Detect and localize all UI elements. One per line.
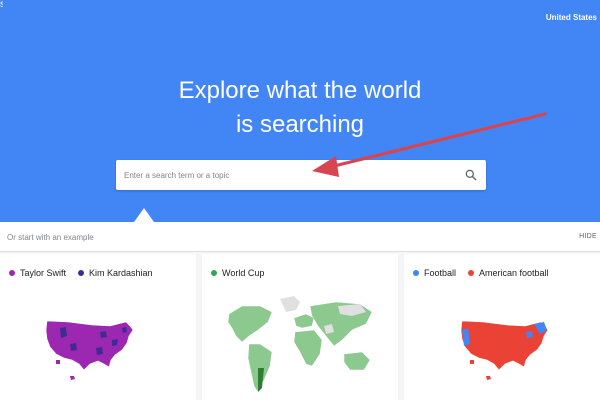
example-card-2[interactable]: World Cup	[202, 254, 398, 400]
hide-button[interactable]: HIDE	[579, 233, 597, 240]
legend-label: American football	[479, 268, 549, 278]
legend-dot	[9, 270, 15, 276]
world-map	[227, 296, 373, 393]
legend-dot	[413, 270, 419, 276]
page-title-line-1: Explore what the world	[178, 77, 422, 104]
legend-dot	[211, 270, 217, 276]
page-title-line-2: is searching	[235, 111, 365, 138]
legend-item: World Cup	[211, 268, 264, 278]
examples-pointer	[134, 208, 154, 222]
legend-item: Football	[413, 268, 456, 278]
legend-item: Kim Kardashian	[78, 268, 153, 278]
example-card-3[interactable]: Football American football	[404, 254, 600, 400]
country-selector[interactable]: United States	[546, 13, 597, 22]
us-map	[45, 320, 134, 380]
header-edge-text: s	[0, 0, 3, 10]
legend-label: World Cup	[222, 268, 265, 278]
examples-bar: Or start with an example HIDE	[0, 222, 600, 252]
examples-label: Or start with an example	[7, 233, 94, 242]
card-legend: Taylor Swift Kim Kardashian	[9, 268, 165, 278]
search-box	[116, 160, 486, 190]
us-map	[460, 320, 549, 380]
legend-item: Taylor Swift	[9, 268, 66, 278]
hero-banner: s United States Explore what the world i…	[0, 0, 600, 222]
legend-label: Taylor Swift	[20, 268, 67, 278]
legend-label: Kim Kardashian	[89, 268, 153, 278]
search-icon[interactable]	[464, 168, 478, 182]
legend-item: American football	[468, 268, 549, 278]
card-legend: Football American football	[413, 268, 561, 278]
card-legend: World Cup	[211, 268, 276, 278]
legend-label: Football	[424, 268, 457, 278]
example-card-1[interactable]: Taylor Swift Kim Kardashian	[0, 254, 196, 400]
search-input[interactable]	[116, 160, 451, 190]
legend-dot	[78, 270, 85, 276]
legend-dot	[468, 270, 475, 276]
